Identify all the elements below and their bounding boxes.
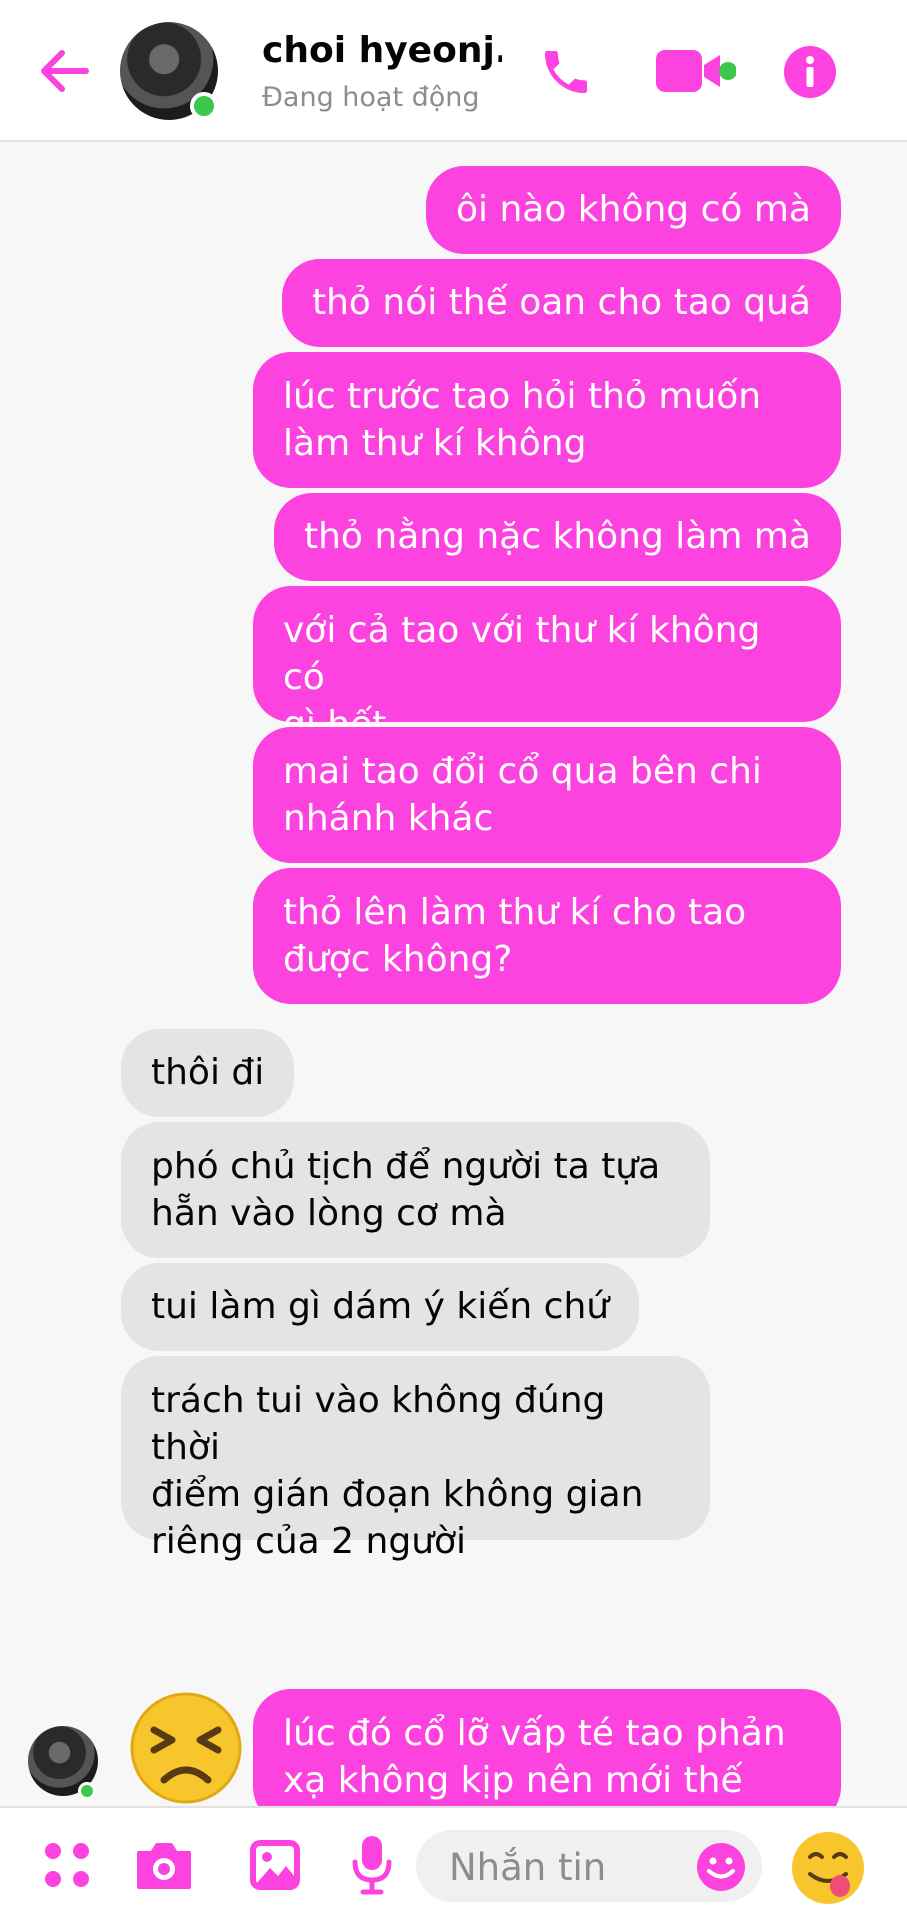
menu-dots-icon[interactable] — [42, 1840, 92, 1890]
phone-call-icon[interactable] — [538, 44, 594, 100]
outgoing-message[interactable]: với cả tao với thư kí không có gì hết — [253, 586, 841, 745]
outgoing-message[interactable]: mai tao đổi cổ qua bên chi nhánh khác — [253, 727, 841, 863]
incoming-message[interactable]: thôi đi — [121, 1029, 295, 1117]
image-gallery-icon[interactable] — [248, 1838, 302, 1892]
outgoing-message[interactable]: lúc đó cổ lỡ vấp té tao phản xạ không kị… — [253, 1689, 841, 1806]
incoming-message[interactable]: trách tui vào không đúng thời điểm gián … — [121, 1356, 710, 1562]
outgoing-message[interactable]: lúc trước tao hỏi thỏ muốn làm thư kí kh… — [253, 352, 841, 488]
message-input-placeholder: Nhắn tin — [449, 1846, 607, 1889]
info-icon[interactable] — [784, 46, 836, 98]
grinning-tongue-emoji[interactable] — [790, 1830, 866, 1906]
camera-icon[interactable] — [134, 1840, 194, 1892]
incoming-message[interactable]: tui làm gì dám ý kiến chứ — [121, 1263, 640, 1351]
message-list[interactable]: ôi nào không có mà thỏ nói thế oan cho t… — [0, 142, 907, 1806]
video-call-icon[interactable] — [656, 48, 736, 94]
emoji-picker-icon[interactable] — [696, 1842, 746, 1892]
outgoing-message[interactable]: ôi nào không có mà — [425, 166, 841, 254]
chat-header: choi hyeonj... Đang hoạt động — [0, 0, 907, 142]
contact-status: Đang hoạt động — [262, 82, 480, 113]
message-composer: Nhắn tin — [0, 1806, 907, 1920]
microphone-icon[interactable] — [350, 1834, 394, 1896]
incoming-message[interactable]: phó chủ tịch để người ta tựa hẵn vào lòn… — [121, 1122, 710, 1258]
online-indicator — [78, 1782, 96, 1800]
contact-name[interactable]: choi hyeonj... — [262, 30, 502, 71]
message-input[interactable]: Nhắn tin — [416, 1830, 762, 1902]
persevering-face-emoji[interactable] — [130, 1692, 242, 1804]
online-indicator — [190, 92, 218, 120]
back-arrow-icon[interactable] — [36, 46, 92, 96]
outgoing-message[interactable]: thỏ nói thế oan cho tao quá — [281, 259, 841, 347]
outgoing-message[interactable]: thỏ nằng nặc không làm mà — [273, 493, 841, 581]
outgoing-message[interactable]: thỏ lên làm thư kí cho tao được không? — [253, 868, 841, 1004]
